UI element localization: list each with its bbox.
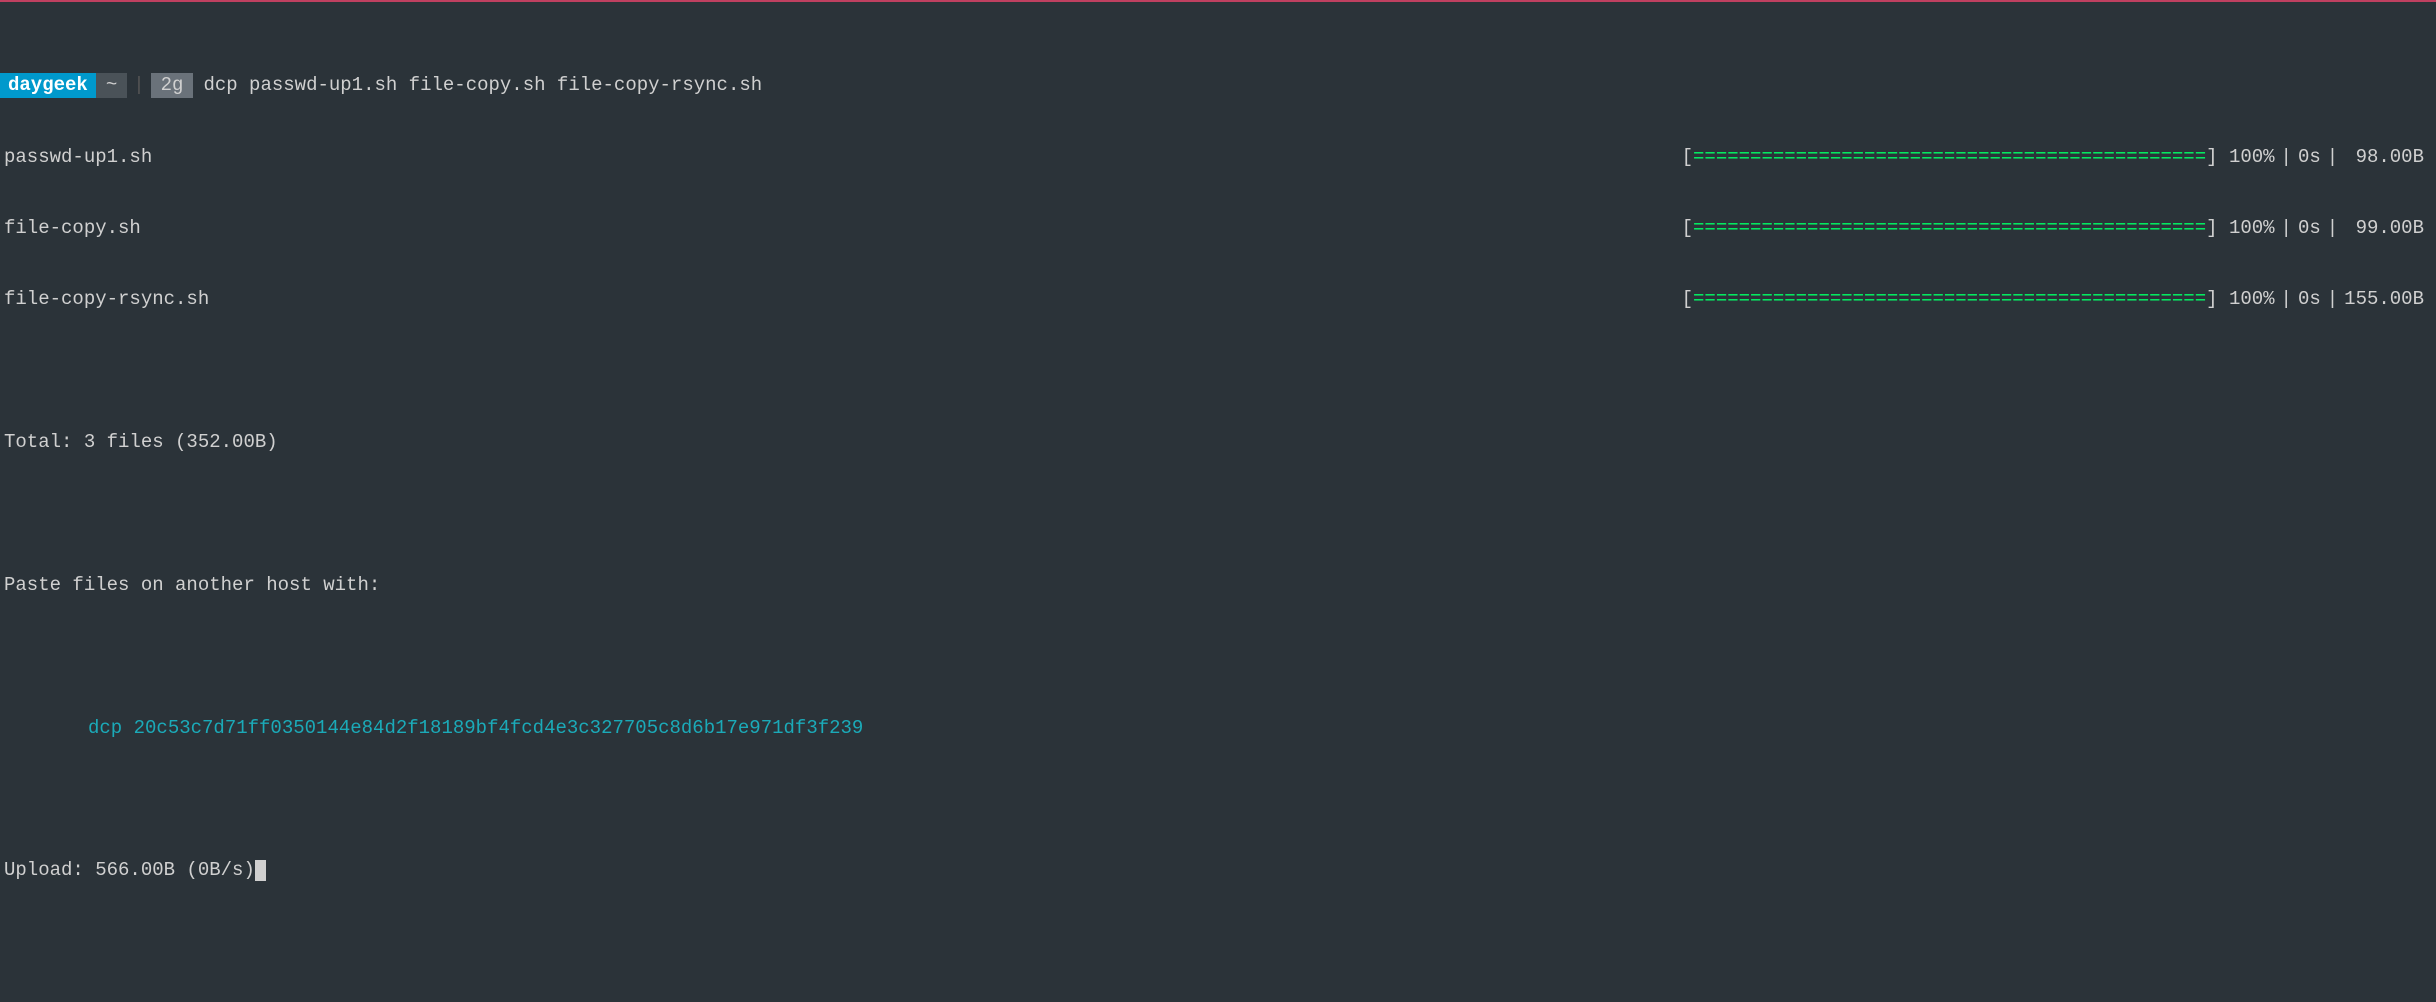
upload-line: Upload: 566.00B (0B/s) (0, 859, 2436, 883)
size: 99.00B (2344, 217, 2424, 241)
divider: | (2321, 288, 2344, 312)
file-row: file-copy-rsync.sh [====================… (0, 288, 2436, 312)
prompt-user: daygeek (0, 73, 96, 98)
prompt-sep: | (127, 74, 150, 98)
pct (2218, 217, 2229, 241)
file-progress: [=======================================… (1682, 146, 2436, 170)
hash-command: dcp 20c53c7d71ff0350144e84d2f18189bf4fcd… (0, 717, 2436, 741)
paste-instruction: Paste files on another host with: (0, 574, 2436, 598)
file-row: passwd-up1.sh [=========================… (0, 146, 2436, 170)
bracket-right: ] (2206, 217, 2217, 241)
file-name: passwd-up1.sh (4, 146, 152, 170)
divider: | (2321, 146, 2344, 170)
bracket-right: ] (2206, 288, 2217, 312)
blank-line (0, 645, 2436, 669)
bracket-left: [ (1682, 217, 1693, 241)
size: 98.00B (2344, 146, 2424, 170)
blank-line (0, 502, 2436, 526)
file-row: file-copy.sh [==========================… (0, 217, 2436, 241)
prompt-git: 2g (151, 73, 194, 98)
prompt-path: ~ (96, 73, 127, 98)
file-name: file-copy-rsync.sh (4, 288, 209, 312)
file-progress: [=======================================… (1682, 288, 2436, 312)
blank-line (0, 788, 2436, 812)
progress-bar: ========================================… (1693, 288, 2206, 312)
total-line: Total: 3 files (352.00B) (0, 431, 2436, 455)
bracket-left: [ (1682, 288, 1693, 312)
pct (2218, 288, 2229, 312)
divider: | (2275, 217, 2298, 241)
cursor-icon (255, 860, 266, 881)
divider: | (2321, 217, 2344, 241)
file-progress: [=======================================… (1682, 217, 2436, 241)
prompt-line[interactable]: daygeek ~ | 2g dcp passwd-up1.sh file-co… (0, 73, 2436, 98)
time: 0s (2298, 217, 2321, 241)
time: 0s (2298, 288, 2321, 312)
divider: | (2275, 288, 2298, 312)
bracket-right: ] (2206, 146, 2217, 170)
file-name: file-copy.sh (4, 217, 141, 241)
upload-text: Upload: 566.00B (0B/s) (4, 859, 255, 881)
blank-line (0, 360, 2436, 384)
progress-bar: ========================================… (1693, 217, 2206, 241)
size: 155.00B (2344, 288, 2424, 312)
pct (2218, 146, 2229, 170)
divider: | (2275, 146, 2298, 170)
prompt-command: dcp passwd-up1.sh file-copy.sh file-copy… (193, 74, 762, 98)
progress-bar: ========================================… (1693, 146, 2206, 170)
time: 0s (2298, 146, 2321, 170)
bracket-left: [ (1682, 146, 1693, 170)
